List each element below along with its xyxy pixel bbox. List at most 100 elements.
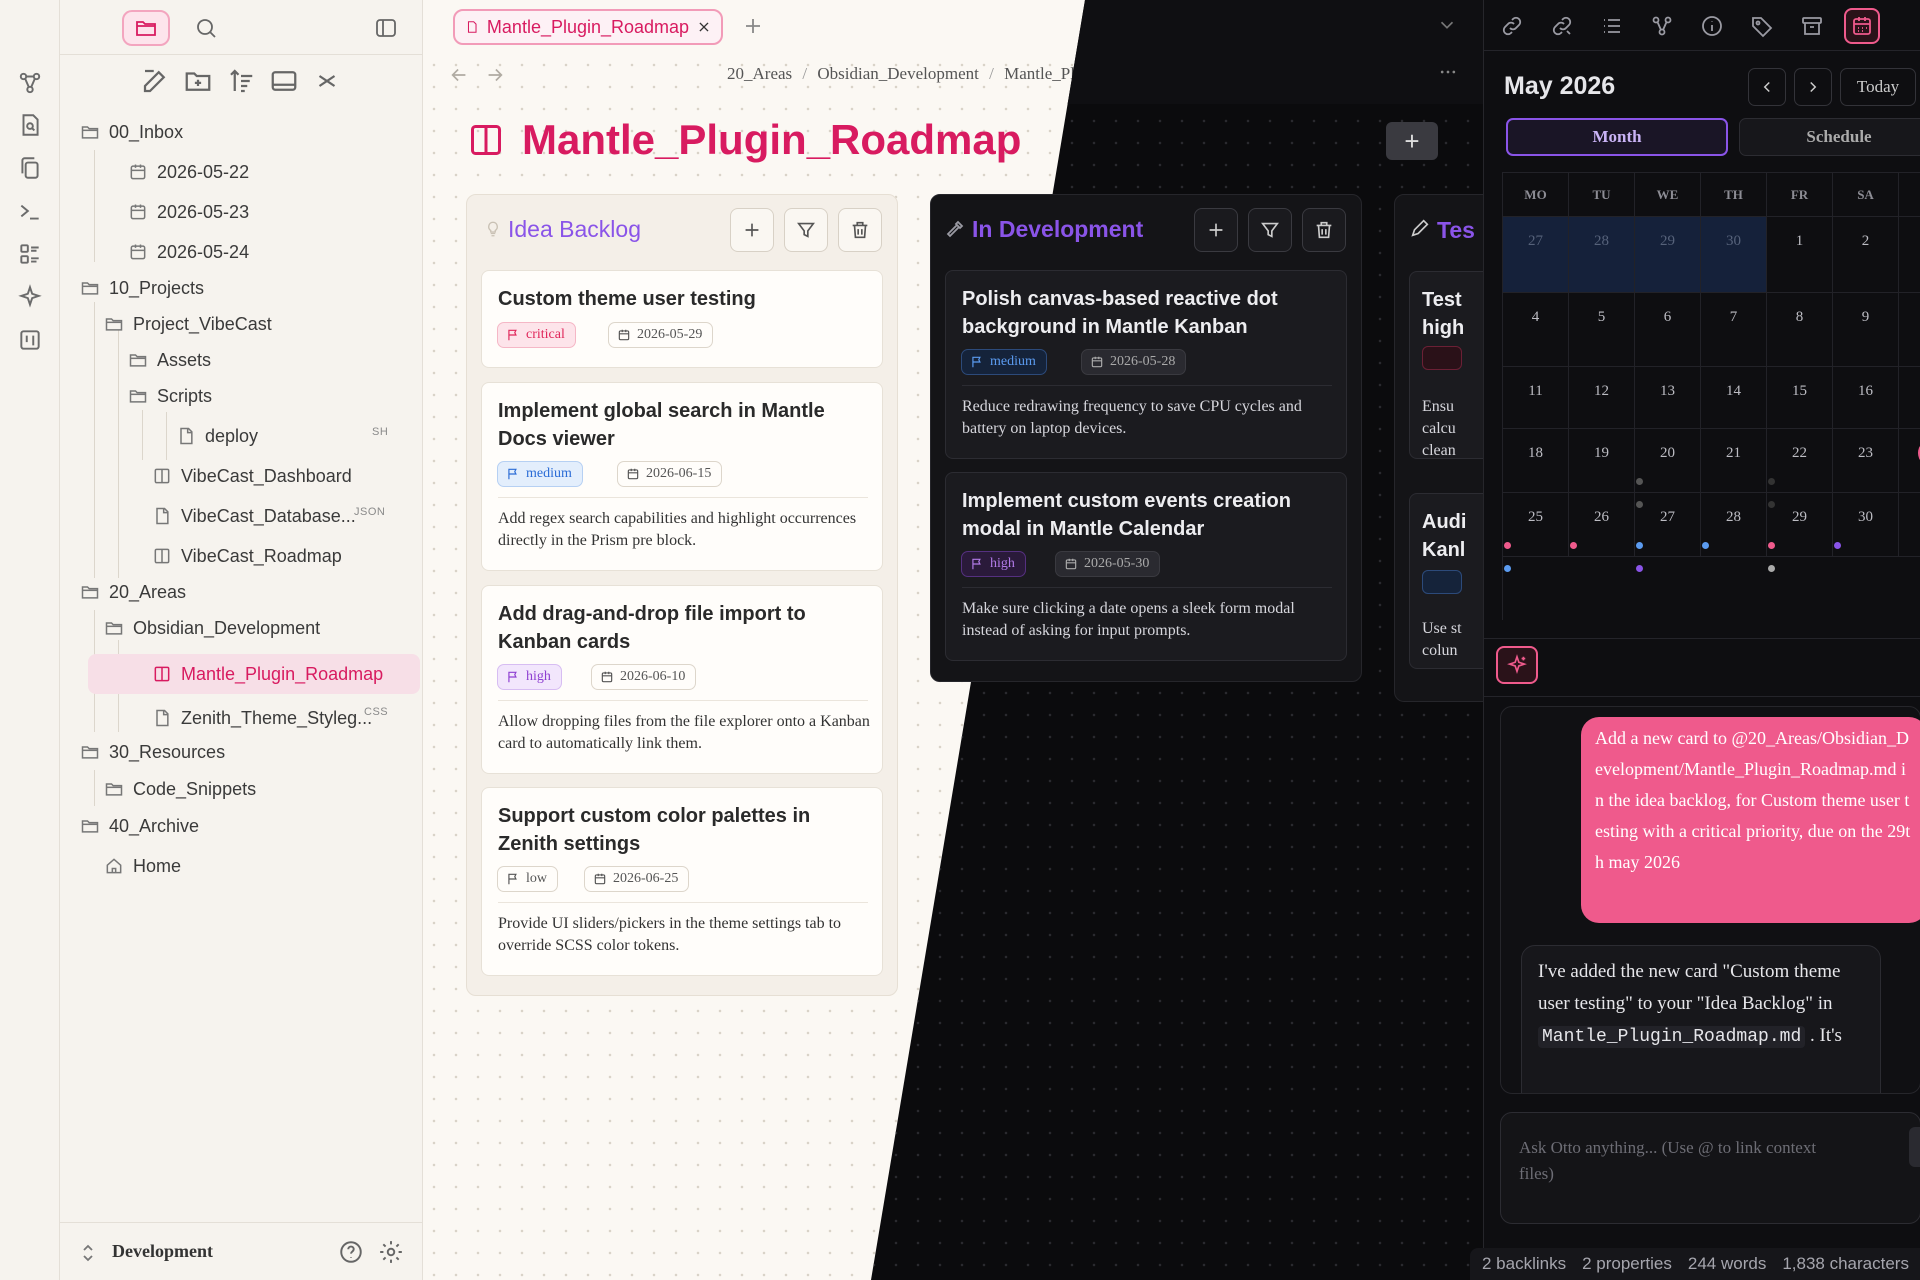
calendar-day[interactable]: 10	[1899, 293, 1920, 367]
archive-icon[interactable]	[1794, 8, 1830, 44]
tree-item[interactable]: 00_Inbox	[80, 116, 183, 148]
calendar-day[interactable]: 29	[1635, 217, 1701, 293]
search-icon[interactable]	[184, 10, 228, 46]
chevron-down-icon[interactable]	[1436, 14, 1458, 36]
tree-item[interactable]: VibeCast_Database...	[152, 500, 356, 532]
tree-item[interactable]: deploy	[176, 420, 258, 452]
calendar-day[interactable]: 1	[1767, 217, 1833, 293]
collapse-view-icon[interactable]	[269, 66, 299, 96]
calendar-day[interactable]: 2	[1833, 217, 1899, 293]
kanban-card[interactable]: Polish canvas-based reactive dot backgro…	[945, 270, 1347, 459]
calendar-day[interactable]: 7	[1701, 293, 1767, 367]
close-icon[interactable]	[312, 66, 342, 96]
today-button[interactable]: Today	[1840, 68, 1916, 106]
tree-item[interactable]: 2026-05-24	[128, 236, 249, 268]
tag-icon[interactable]	[1744, 8, 1780, 44]
tree-item[interactable]: 40_Archive	[80, 810, 199, 842]
calendar-day[interactable]: 26	[1569, 493, 1635, 557]
send-button[interactable]	[1909, 1127, 1920, 1167]
settings-icon[interactable]	[378, 1239, 404, 1265]
calendar-day[interactable]: 17	[1899, 367, 1920, 429]
forward-arrow-icon[interactable]	[484, 64, 506, 86]
sidebar-toggle-icon[interactable]	[368, 10, 404, 46]
calendar-day[interactable]: 22	[1767, 429, 1833, 508]
calendar-day[interactable]: 25	[1503, 493, 1569, 572]
tree-item[interactable]: Zenith_Theme_Styleg...	[152, 702, 372, 734]
calendar-view-icon[interactable]	[1844, 8, 1880, 44]
priority-badge[interactable]: high	[961, 551, 1026, 577]
calendar-day[interactable]: 27	[1503, 217, 1569, 293]
calendar-day[interactable]: 28	[1569, 217, 1635, 293]
kanban-card[interactable]: Add drag-and-drop file import to Kanban …	[481, 585, 883, 774]
calendar-day[interactable]: 27	[1635, 493, 1701, 572]
graph-icon[interactable]	[1644, 8, 1680, 44]
priority-badge[interactable]: low	[497, 866, 558, 892]
status-backlinks[interactable]: 2 backlinks	[1482, 1254, 1566, 1274]
close-tab-icon[interactable]	[697, 19, 711, 35]
delete-column-button[interactable]	[1302, 208, 1346, 252]
prev-month-button[interactable]	[1748, 68, 1786, 106]
graph-icon[interactable]	[17, 70, 43, 96]
tree-item[interactable]: 2026-05-23	[128, 196, 249, 228]
date-badge[interactable]: 2026-05-28	[1081, 349, 1187, 375]
calendar-day[interactable]: 18	[1503, 429, 1569, 493]
tab-schedule-view[interactable]: Schedule	[1739, 118, 1920, 156]
calendar-day[interactable]: 30	[1701, 217, 1767, 293]
sort-icon[interactable]	[226, 66, 256, 96]
kanban-card[interactable]: Test high Ensu calcu clean	[1409, 271, 1493, 459]
calendar-day[interactable]: 14	[1701, 367, 1767, 429]
link-icon[interactable]	[1494, 8, 1530, 44]
filter-button[interactable]	[1248, 208, 1292, 252]
tab-month-view[interactable]: Month	[1506, 118, 1728, 156]
priority-badge[interactable]: medium	[497, 461, 583, 487]
calendar-day[interactable]: 20	[1635, 429, 1701, 508]
kanban-card[interactable]: Implement global search in Mantle Docs v…	[481, 382, 883, 571]
outgoing-link-icon[interactable]	[1544, 8, 1580, 44]
breadcrumb-item[interactable]: 20_Areas	[727, 64, 792, 83]
tree-item[interactable]: VibeCast_Dashboard	[152, 460, 352, 492]
vault-name[interactable]: Development	[112, 1241, 213, 1262]
copy-icon[interactable]	[17, 155, 43, 181]
tree-item[interactable]: Code_Snippets	[104, 773, 256, 805]
info-icon[interactable]	[1694, 8, 1730, 44]
date-badge[interactable]: 2026-06-10	[591, 664, 697, 690]
tree-item[interactable]: Scripts	[128, 380, 212, 412]
tree-item[interactable]: 2026-05-22	[128, 156, 249, 188]
priority-badge[interactable]: medium	[961, 349, 1047, 375]
calendar-day[interactable]: 6	[1635, 293, 1701, 367]
sparkles-icon[interactable]	[17, 284, 43, 310]
tab-mantle-plugin-roadmap[interactable]: Mantle_Plugin_Roadmap	[453, 9, 723, 45]
ai-assistant-icon[interactable]	[1496, 646, 1538, 684]
search-file-icon[interactable]	[17, 112, 43, 138]
list-icon[interactable]	[17, 241, 43, 267]
kanban-card[interactable]: Implement custom events creation modal i…	[945, 472, 1347, 661]
new-tab-icon[interactable]	[741, 14, 765, 38]
calendar-day[interactable]: 12	[1569, 367, 1635, 429]
calendar-day[interactable]: 24	[1899, 429, 1920, 493]
calendar-day[interactable]: 13	[1635, 367, 1701, 429]
date-badge[interactable]: 2026-05-30	[1055, 551, 1161, 577]
filter-button[interactable]	[784, 208, 828, 252]
priority-badge[interactable]: critical	[497, 322, 576, 348]
calendar-day[interactable]: 23	[1833, 429, 1899, 493]
breadcrumb-item[interactable]: Obsidian_Development	[817, 64, 978, 83]
add-card-button[interactable]	[1194, 208, 1238, 252]
help-icon[interactable]	[338, 1239, 364, 1265]
kanban-card[interactable]: Custom theme user testing critical 2026-…	[481, 270, 883, 368]
calendar-day[interactable]: 31	[1899, 493, 1920, 557]
folder-icon[interactable]	[122, 10, 170, 46]
tree-item[interactable]: VibeCast_Roadmap	[152, 540, 342, 572]
terminal-icon[interactable]	[17, 198, 43, 224]
add-column-button[interactable]: +	[1386, 122, 1438, 160]
calendar-day[interactable]: 4	[1503, 293, 1569, 367]
calendar-day[interactable]: 19	[1569, 429, 1635, 493]
add-card-button[interactable]	[730, 208, 774, 252]
date-badge[interactable]: 2026-06-15	[617, 461, 723, 487]
tree-item[interactable]: 20_Areas	[80, 576, 186, 608]
status-properties[interactable]: 2 properties	[1582, 1254, 1672, 1274]
calendar-day[interactable]: 28	[1701, 493, 1767, 557]
new-note-icon[interactable]	[140, 66, 170, 96]
back-arrow-icon[interactable]	[448, 64, 470, 86]
calendar-day[interactable]: 30	[1833, 493, 1899, 557]
new-folder-icon[interactable]	[183, 66, 213, 96]
